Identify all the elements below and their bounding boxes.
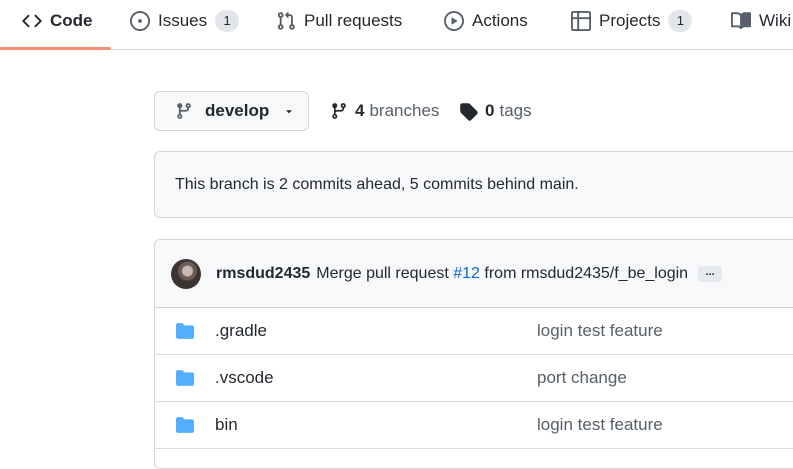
file-commit-message[interactable]: login test feature — [537, 415, 663, 435]
tab-projects[interactable]: Projects 1 — [571, 0, 693, 42]
latest-commit: rmsdud2435 Merge pull request #12 from r… — [155, 240, 793, 308]
projects-counter: 1 — [668, 10, 693, 32]
folder-icon — [176, 417, 194, 433]
file-name-link[interactable]: bin — [215, 415, 238, 435]
branches-label: branches — [369, 101, 440, 120]
file-browser: rmsdud2435 Merge pull request #12 from r… — [154, 239, 793, 469]
file-name-link[interactable]: .vscode — [215, 368, 274, 388]
branch-status-text: This branch is 2 commits ahead, 5 commit… — [175, 175, 579, 193]
code-icon — [22, 14, 42, 28]
folder-icon — [176, 370, 194, 386]
tab-pull-requests[interactable]: Pull requests — [276, 0, 402, 42]
tags-link[interactable]: 0 tags — [459, 100, 532, 122]
tab-label: Wiki — [759, 11, 792, 30]
list-item: bin login test feature — [155, 402, 793, 449]
triangle-down-icon — [286, 110, 292, 114]
tab-issues[interactable]: Issues 1 — [130, 0, 240, 42]
git-branch-icon — [332, 103, 346, 119]
tab-label: Actions — [472, 11, 528, 30]
folder-icon — [176, 323, 194, 339]
branch-select-button[interactable]: develop — [154, 91, 309, 131]
tab-label: Pull requests — [304, 11, 403, 30]
repo-tab-nav: Code Issues 1 Pull requests Actions Proj… — [0, 0, 793, 50]
selected-tab-indicator — [0, 47, 111, 50]
git-branch-icon — [177, 103, 191, 119]
play-icon — [444, 11, 464, 31]
tags-count: 0 — [485, 101, 495, 120]
file-commit-message[interactable]: port change — [537, 368, 627, 388]
file-commit-message[interactable]: login test feature — [537, 321, 663, 341]
tag-icon — [460, 102, 478, 121]
branches-count: 4 — [355, 101, 365, 120]
tab-wiki[interactable]: Wiki — [731, 0, 791, 42]
pull-request-link[interactable]: #12 — [453, 265, 480, 282]
list-item: .gradle login test feature — [155, 308, 793, 355]
list-item: .vscode port change — [155, 355, 793, 402]
commit-author[interactable]: rmsdud2435 — [216, 265, 310, 283]
commit-message-suffix: from rmsdud2435/f_be_login — [484, 264, 689, 282]
expand-commit-button[interactable]: ... — [698, 265, 723, 282]
file-name-link[interactable]: .gradle — [215, 321, 267, 341]
commit-message-prefix: Merge pull request — [316, 264, 449, 282]
avatar[interactable] — [171, 258, 201, 289]
issue-opened-icon — [130, 11, 150, 31]
table-icon — [571, 11, 591, 31]
git-pull-request-icon — [277, 11, 295, 30]
tags-label: tags — [499, 101, 532, 120]
current-branch-name: develop — [205, 101, 270, 120]
tab-label: Issues — [158, 11, 208, 30]
book-icon — [731, 12, 751, 30]
tab-actions[interactable]: Actions — [444, 0, 528, 42]
tab-label: Projects — [599, 11, 661, 30]
tab-label: Code — [50, 11, 93, 30]
branch-status-banner: This branch is 2 commits ahead, 5 commit… — [154, 151, 793, 218]
branches-link[interactable]: 4 branches — [330, 100, 439, 122]
issues-counter: 1 — [215, 10, 240, 32]
commit-message[interactable]: Merge pull request #12 from rmsdud2435/f… — [316, 265, 688, 283]
tab-code[interactable]: Code — [22, 0, 93, 42]
